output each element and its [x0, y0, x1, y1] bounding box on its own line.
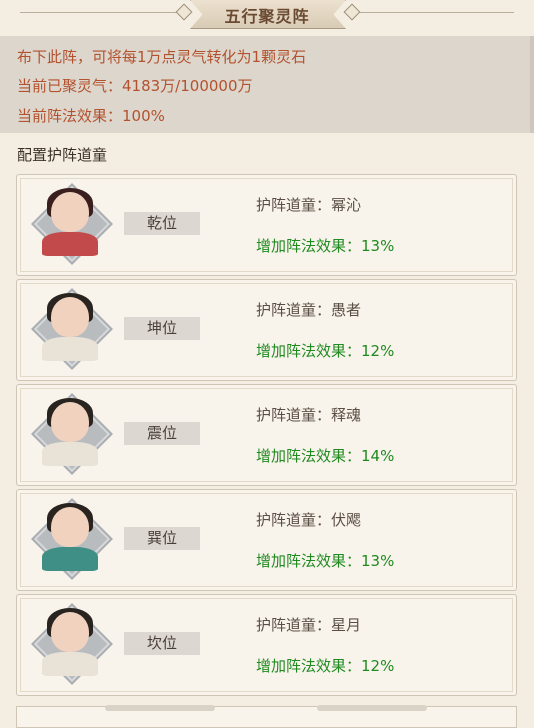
banner-line-left [20, 12, 190, 13]
gathered-qi-text: 当前已聚灵气：4183万/100000万 [17, 77, 253, 95]
info-panel: 布下此阵，可将每1万点灵气转化为1颗灵石 当前已聚灵气：4183万/100000… [0, 36, 534, 133]
effect-bonus: 增加阵法效果：12% [256, 342, 395, 360]
guardian-card-zhen[interactable]: 震位 护阵道童：释魂 增加阵法效果：14% [16, 384, 517, 486]
description-text: 布下此阵，可将每1万点灵气转化为1颗灵石 [17, 48, 307, 66]
guardian-card-kan[interactable]: 坎位 护阵道童：星月 增加阵法效果：12% [16, 594, 517, 696]
guardian-name: 护阵道童：愚者 [256, 301, 362, 319]
male-portrait-icon [33, 290, 111, 368]
slot-label[interactable]: 巽位 [124, 527, 200, 550]
slot-label[interactable]: 乾位 [124, 212, 200, 235]
next-card-peek [16, 705, 517, 728]
guardian-name: 护阵道童：幂沁 [256, 196, 362, 214]
guardian-card-xun[interactable]: 巽位 护阵道童：伏飔 增加阵法效果：13% [16, 489, 517, 591]
diamond-ornament-icon [343, 3, 361, 21]
guardian-name: 护阵道童：释魂 [256, 406, 362, 424]
female-portrait-icon [33, 185, 111, 263]
guardian-name: 护阵道童：伏飔 [256, 511, 362, 529]
effect-bonus: 增加阵法效果：12% [256, 657, 395, 675]
guardian-card-qian[interactable]: 乾位 护阵道童：幂沁 增加阵法效果：13% [16, 174, 517, 276]
guardian-card-kun[interactable]: 坤位 护阵道童：愚者 增加阵法效果：12% [16, 279, 517, 381]
page-title: 五行聚灵阵 [224, 7, 310, 26]
formation-effect-text: 当前阵法效果：100% [17, 107, 165, 125]
section-label: 配置护阵道童 [17, 146, 108, 164]
male-portrait-icon [33, 500, 111, 578]
male-portrait-icon [33, 395, 111, 473]
guardian-name: 护阵道童：星月 [256, 616, 362, 634]
effect-bonus: 增加阵法效果：13% [256, 552, 395, 570]
slot-label[interactable]: 震位 [124, 422, 200, 445]
title-banner: 五行聚灵阵 [0, 0, 534, 32]
effect-bonus: 增加阵法效果：13% [256, 237, 395, 255]
slot-label[interactable]: 坤位 [124, 317, 200, 340]
slot-label[interactable]: 坎位 [124, 632, 200, 655]
male-portrait-icon [33, 605, 111, 683]
banner-line-right [344, 12, 514, 13]
effect-bonus: 增加阵法效果：14% [256, 447, 395, 465]
